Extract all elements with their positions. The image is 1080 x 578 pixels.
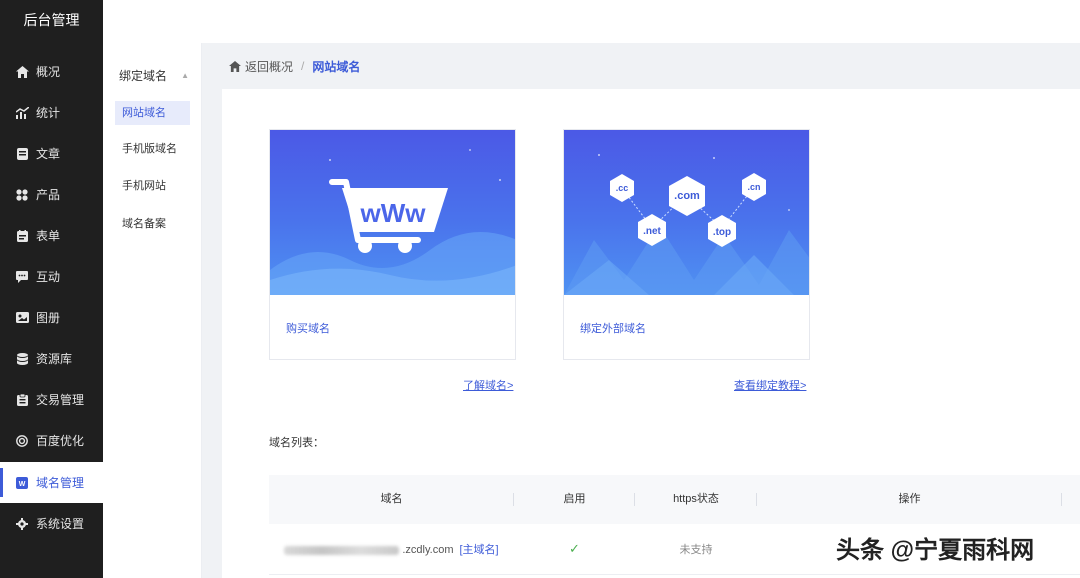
sidebar-item-product[interactable]: 产品 — [0, 174, 103, 215]
sidebar-item-label: 概况 — [36, 65, 61, 79]
check-icon: ✓ — [569, 541, 580, 556]
column-header-enabled: 启用 — [514, 475, 635, 524]
sidebar-item-form[interactable]: 表单 — [0, 215, 103, 256]
sidebar-item-article[interactable]: 文章 — [0, 133, 103, 174]
submenu-item-site-domain[interactable]: 网站域名 — [115, 101, 190, 125]
https-status: 未支持 — [679, 544, 713, 556]
sidebar-item-label: 交易管理 — [36, 393, 85, 407]
secondary-menu: 绑定域名 ▲ 网站域名 手机版域名 手机网站 域名备案 — [103, 43, 202, 578]
column-header-actions: 操作 — [757, 475, 1062, 524]
domain-cell: .zcdly.com [主域名] — [269, 541, 514, 557]
sidebar-item-label: 资源库 — [36, 352, 73, 366]
breadcrumb-back-link[interactable]: 返回概况 — [245, 58, 293, 75]
gear-icon — [15, 517, 29, 531]
shopping-cart-icon: wWw — [270, 149, 515, 295]
column-header-domain: 域名 — [269, 475, 514, 524]
buy-domain-banner: wWw — [270, 130, 515, 295]
sidebar-item-label: 图册 — [36, 311, 61, 325]
buy-domain-card[interactable]: wWw 购买域名 — [269, 129, 516, 360]
target-icon — [15, 434, 29, 448]
clipboard-icon — [15, 393, 29, 407]
main-content: wWw 购买域名 .cc .com .cn .net .top 绑定外部域名 了… — [222, 89, 1080, 578]
grid-icon — [15, 188, 29, 202]
sidebar-item-label: 百度优化 — [36, 434, 85, 448]
submenu-item-mobile-domain[interactable]: 手机版域名 — [115, 137, 190, 161]
domain-network-icon: .cc .com .cn .net .top — [564, 154, 809, 295]
sidebar-item-label: 域名管理 — [36, 476, 85, 490]
chart-icon — [15, 106, 29, 120]
top-header — [103, 0, 1080, 43]
form-icon — [15, 229, 29, 243]
enabled-cell: ✓ — [514, 541, 635, 557]
domain-list-title: 域名列表： — [269, 437, 324, 449]
bind-tutorial-link[interactable]: 查看绑定教程> — [734, 377, 806, 393]
svg-text:W: W — [19, 481, 26, 488]
sidebar-item-label: 系统设置 — [36, 517, 85, 531]
sidebar-item-baidu-seo[interactable]: 百度优化 — [0, 420, 103, 461]
sidebar-item-statistics[interactable]: 统计 — [0, 92, 103, 133]
breadcrumb: 返回概况 / 网站域名 — [202, 43, 1080, 89]
sidebar-item-label: 产品 — [36, 188, 61, 202]
buy-domain-label: 购买域名 — [286, 323, 330, 335]
submenu-group-bind-domain[interactable]: 绑定域名 ▲ — [119, 67, 189, 84]
sidebar-item-domain[interactable]: W 域名管理 — [0, 462, 103, 503]
sidebar-item-resources[interactable]: 资源库 — [0, 338, 103, 379]
sidebar-item-overview[interactable]: 概况 — [0, 51, 103, 92]
bind-domain-label: 绑定外部域名 — [580, 323, 646, 335]
tag-top: .top — [713, 227, 731, 238]
chevron-up-icon: ▲ — [181, 71, 189, 80]
redacted-subdomain — [284, 545, 400, 555]
https-cell: 未支持 — [635, 541, 757, 557]
web-icon: W — [15, 476, 29, 490]
home-icon — [229, 60, 241, 72]
bind-domain-card[interactable]: .cc .com .cn .net .top 绑定外部域名 — [563, 129, 810, 360]
home-icon — [15, 65, 29, 79]
submenu-item-mobile-site[interactable]: 手机网站 — [115, 174, 190, 198]
sidebar-item-trade[interactable]: 交易管理 — [0, 379, 103, 420]
sidebar-item-interaction[interactable]: 互动 — [0, 256, 103, 297]
sidebar-item-label: 文章 — [36, 147, 61, 161]
primary-domain-tag[interactable]: [主域名] — [460, 544, 499, 556]
image-icon — [15, 311, 29, 325]
tag-cn: .cn — [747, 182, 760, 192]
article-icon — [15, 147, 29, 161]
app-title: 后台管理 — [23, 12, 80, 28]
main-sidebar: 后台管理 概况 统计 文章 产品 表单 互动 图册 资源库 交易管理 百度优化 … — [0, 0, 103, 578]
breadcrumb-current: 网站域名 — [312, 59, 361, 74]
sidebar-item-album[interactable]: 图册 — [0, 297, 103, 338]
learn-domain-link[interactable]: 了解域名> — [463, 377, 513, 393]
bind-domain-banner: .cc .com .cn .net .top — [564, 130, 809, 295]
database-icon — [15, 352, 29, 366]
breadcrumb-separator: / — [301, 59, 305, 73]
column-header-https: https状态 — [635, 475, 757, 524]
sidebar-item-settings[interactable]: 系统设置 — [0, 503, 103, 544]
domain-table-header: 域名 启用 https状态 操作 — [269, 475, 1080, 524]
tag-cc: .cc — [616, 183, 629, 193]
submenu-group-label: 绑定域名 — [119, 69, 168, 83]
tag-com: .com — [674, 190, 700, 202]
domain-name: .zcdly.com — [402, 544, 454, 556]
chat-icon — [15, 270, 29, 284]
sidebar-item-label: 统计 — [36, 106, 61, 120]
submenu-item-icp-filing[interactable]: 域名备案 — [115, 212, 190, 236]
tag-net: .net — [643, 226, 661, 237]
www-badge: wWw — [360, 198, 427, 228]
sidebar-item-label: 互动 — [36, 270, 61, 284]
sidebar-item-label: 表单 — [36, 229, 61, 243]
watermark: 头条 @宁夏雨科网 — [836, 537, 1035, 564]
